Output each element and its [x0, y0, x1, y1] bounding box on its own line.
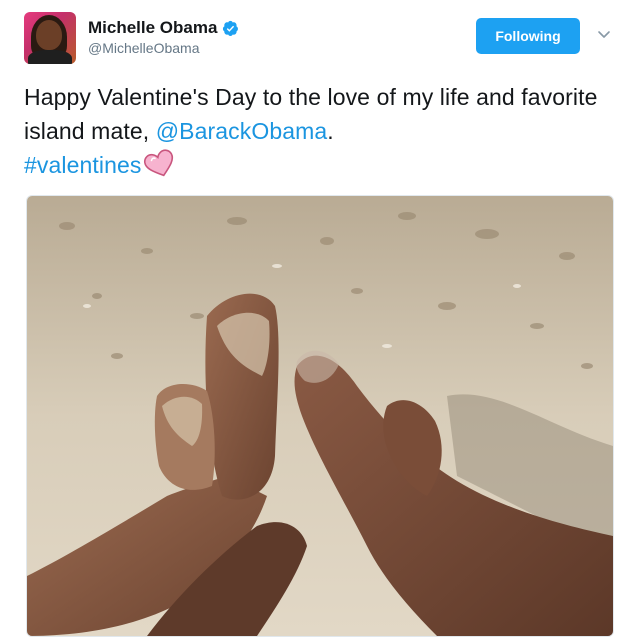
verified-badge-icon — [223, 20, 239, 36]
mention-link[interactable]: @BarackObama — [156, 118, 328, 144]
hashtag-link[interactable]: #valentines — [24, 152, 141, 178]
following-button[interactable]: Following — [476, 18, 580, 54]
tweet-card: Michelle Obama @MichelleObama Following … — [0, 0, 634, 641]
tweet-text: Happy Valentine's Day to the love of my … — [24, 80, 604, 182]
author-info: Michelle Obama @MichelleObama — [88, 18, 239, 56]
tweet-header: Michelle Obama @MichelleObama Following — [24, 12, 614, 68]
avatar[interactable] — [24, 12, 76, 64]
tweet-body-end: . — [327, 118, 334, 144]
beach-feet-photo — [27, 196, 613, 636]
pink-heart-emoji — [144, 149, 174, 177]
tweet-photo[interactable] — [26, 195, 614, 637]
display-name[interactable]: Michelle Obama — [88, 18, 217, 38]
author-handle[interactable]: @MichelleObama — [88, 40, 239, 56]
chevron-down-icon[interactable] — [596, 26, 612, 42]
